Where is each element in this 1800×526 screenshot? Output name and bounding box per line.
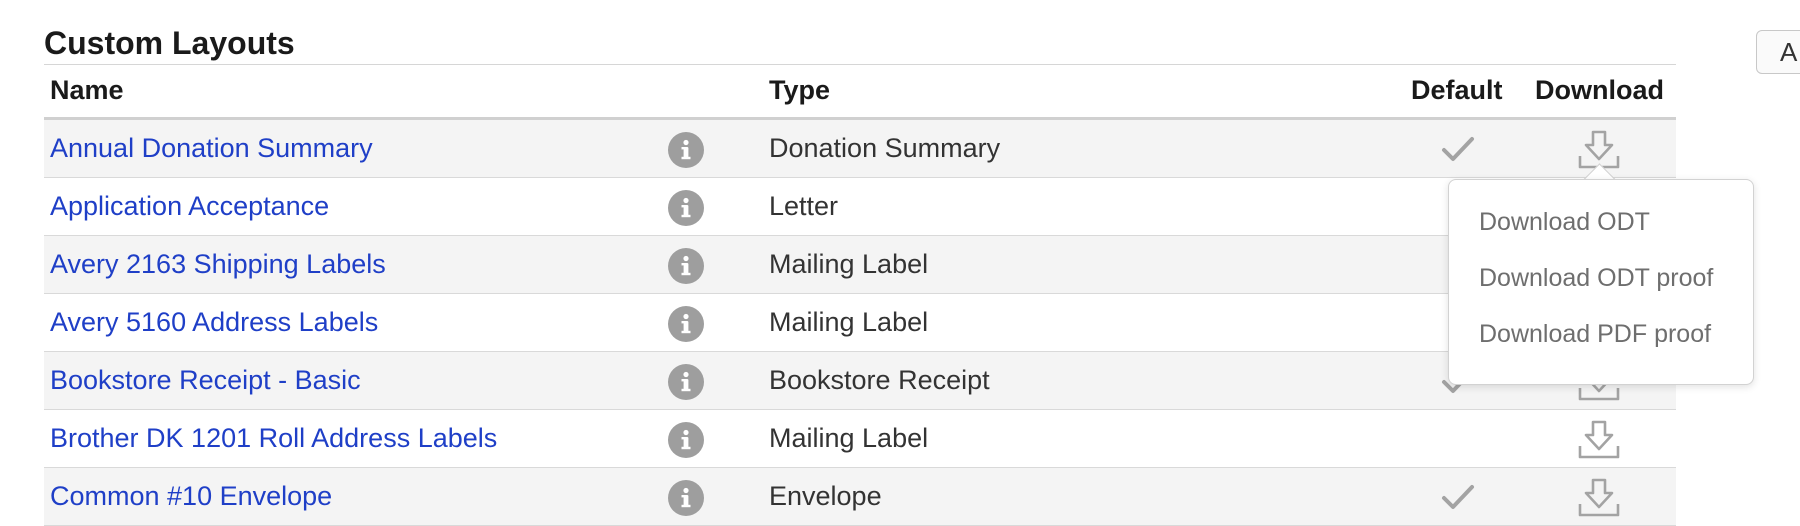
download-menu: Download ODT Download ODT proof Download… — [1448, 179, 1754, 385]
layout-type: Mailing Label — [769, 307, 929, 337]
table-row: Application Acceptance Letter — [44, 178, 1676, 236]
checkmark-icon — [1438, 134, 1478, 164]
column-header-default: Default — [1411, 75, 1503, 105]
table-row: Brother DK 1201 Roll Address Labels Maili… — [44, 410, 1676, 468]
info-icon[interactable] — [668, 364, 704, 400]
menu-item-download-odt[interactable]: Download ODT — [1479, 208, 1650, 237]
table-row: Avery 2163 Shipping Labels Mailing Label — [44, 236, 1676, 294]
layout-type: Bookstore Receipt — [769, 365, 990, 395]
info-icon[interactable] — [668, 480, 704, 516]
column-header-type[interactable]: Type — [769, 75, 830, 106]
layout-name-link[interactable]: Annual Donation Summary — [50, 133, 373, 164]
layout-type: Envelope — [769, 481, 882, 511]
layout-name-link[interactable]: Avery 2163 Shipping Labels — [50, 249, 386, 280]
download-icon[interactable] — [1576, 476, 1622, 520]
info-icon[interactable] — [668, 306, 704, 342]
table-row: Bookstore Receipt - Basic Bookstore Recei… — [44, 352, 1676, 410]
layout-name-link[interactable]: Avery 5160 Address Labels — [50, 307, 378, 338]
table-row: Annual Donation Summary Donation Summary — [44, 120, 1676, 178]
column-header-download: Download — [1535, 75, 1664, 105]
layout-name-link[interactable]: Brother DK 1201 Roll Address Labels — [50, 423, 497, 454]
menu-item-download-pdf-proof[interactable]: Download PDF proof — [1479, 320, 1711, 349]
table-header: Name Type Default Download — [44, 65, 1676, 120]
layout-type: Mailing Label — [769, 249, 929, 279]
add-button[interactable]: A — [1756, 30, 1800, 74]
column-header-name[interactable]: Name — [50, 75, 124, 106]
table-body: Annual Donation Summary Donation Summary A… — [44, 120, 1676, 526]
section-title: Custom Layouts — [44, 25, 295, 61]
table-row: Avery 5160 Address Labels Mailing Label — [44, 294, 1676, 352]
layout-type: Letter — [769, 191, 839, 221]
menu-item-download-odt-proof[interactable]: Download ODT proof — [1479, 264, 1713, 293]
layout-name-link[interactable]: Bookstore Receipt - Basic — [50, 365, 361, 396]
layout-type: Mailing Label — [769, 423, 929, 453]
info-icon[interactable] — [668, 190, 704, 226]
table-row: Common #10 Envelope Envelope — [44, 468, 1676, 526]
checkmark-icon — [1438, 482, 1478, 512]
info-icon[interactable] — [668, 248, 704, 284]
layouts-table: Name Type Default Download Annual Donati… — [44, 64, 1676, 526]
info-icon[interactable] — [668, 132, 704, 168]
download-icon[interactable] — [1576, 418, 1622, 462]
layout-name-link[interactable]: Common #10 Envelope — [50, 481, 332, 512]
layout-type: Donation Summary — [769, 133, 1001, 163]
info-icon[interactable] — [668, 422, 704, 458]
layout-name-link[interactable]: Application Acceptance — [50, 191, 329, 222]
